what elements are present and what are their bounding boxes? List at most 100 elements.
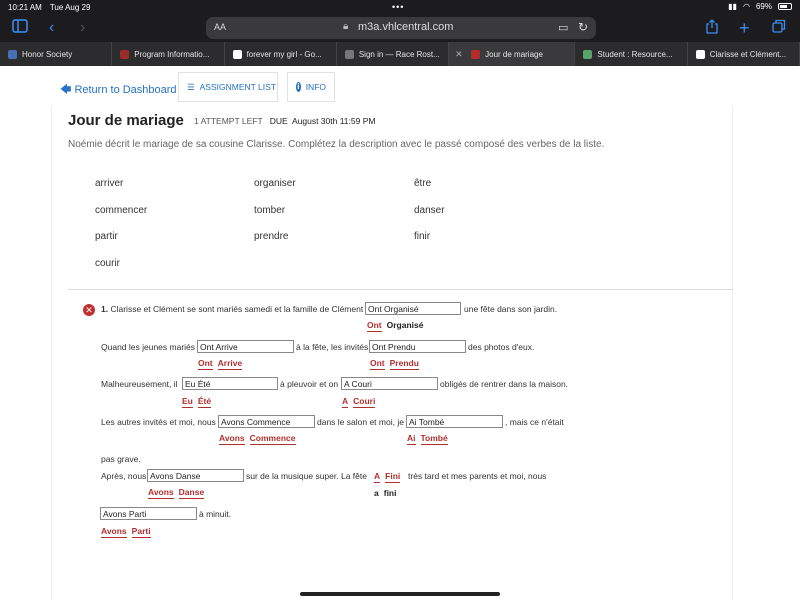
- word-bank-item: finir: [414, 231, 431, 242]
- word-bank-item: commencer: [95, 204, 148, 216]
- tab-favicon-icon: [695, 49, 705, 59]
- tab-label: Clarisse et Clément...: [709, 49, 787, 59]
- section-divider: [68, 289, 733, 290]
- close-tab-icon[interactable]: ✕: [455, 49, 463, 60]
- list-icon: ☰: [187, 81, 195, 92]
- attempts-left: 1 ATTEMPT LEFT: [194, 116, 263, 126]
- question-text: Après, nous: [101, 471, 147, 481]
- tab-label: Student : Resource...: [597, 49, 673, 59]
- answer-9-submitted: A Fini: [374, 471, 401, 483]
- status-date: Tue Aug 29: [49, 2, 91, 12]
- tab-favicon-icon: [120, 49, 130, 59]
- question-text: très tard et mes parents et moi, nous: [408, 471, 547, 481]
- info-icon: i: [296, 82, 301, 92]
- tab-favicon-icon: [471, 49, 481, 59]
- sidebar-icon[interactable]: [12, 19, 28, 38]
- question-text: dans le salon et moi, je: [317, 417, 404, 427]
- answer-input-10[interactable]: [100, 507, 197, 520]
- word-bank-item: danser: [414, 204, 445, 216]
- answer-input-7[interactable]: [406, 415, 503, 428]
- word-bank-item: organiser: [254, 178, 296, 189]
- home-indicator[interactable]: [300, 592, 500, 596]
- content-frame-right: [732, 106, 733, 600]
- tab-label: Honor Society: [22, 49, 73, 59]
- browser-tab[interactable]: Clarisse et Clément...: [688, 42, 800, 66]
- browser-tab[interactable]: Program Informatio...: [112, 42, 225, 66]
- question-text: Les autres invités et moi, nous: [101, 417, 216, 427]
- question-text: à pleuvoir et on: [280, 379, 339, 389]
- browser-tab[interactable]: Student : Resource...: [575, 42, 688, 66]
- lock-icon: 🔒︎: [343, 21, 349, 32]
- signal-icon: ▮▮: [728, 2, 737, 11]
- question-text: à minuit.: [199, 509, 232, 519]
- question-text: obligés de rentrer dans la maison.: [440, 379, 569, 389]
- browser-tab[interactable]: Honor Society: [0, 42, 113, 66]
- browser-tab[interactable]: forever my girl - Go...: [225, 42, 337, 66]
- browser-tab[interactable]: ✕ Jour de mariage: [449, 42, 576, 66]
- answer-input-3[interactable]: [369, 340, 466, 353]
- battery-icon: [778, 3, 792, 10]
- tab-label: forever my girl - Go...: [246, 49, 322, 59]
- back-arrow-icon: 🡄︎: [60, 84, 72, 96]
- tab-favicon-icon: [8, 49, 17, 59]
- question-text: , mais ce n'était: [505, 417, 564, 427]
- tab-strip: Honor Society Program Informatio... foreve…: [0, 42, 800, 66]
- answer-input-2[interactable]: [197, 340, 294, 353]
- multitask-dots-icon[interactable]: •••: [392, 2, 404, 12]
- assignment-list-button[interactable]: ☰ ASSIGNMENT LIST: [178, 72, 278, 102]
- correction-5: A Couri: [342, 396, 376, 408]
- instructions: Noémie décrit le mariage de sa cousine C…: [68, 139, 605, 150]
- tab-label: Program Informatio...: [134, 49, 210, 59]
- word-bank-item: être: [414, 178, 432, 189]
- word-bank-item: prendre: [254, 231, 289, 242]
- due-label: DUE: [269, 116, 288, 126]
- word-bank-item: arriver: [95, 178, 124, 189]
- battery-percent: 69%: [755, 2, 772, 11]
- correction-3: Ont Prendu: [370, 358, 419, 370]
- assignment-meta: 1 ATTEMPT LEFT DUE August 30th 11:59 PM: [194, 116, 375, 126]
- question-text: Malheureusement, il: [101, 379, 178, 389]
- tab-label: Sign in — Race Rost...: [358, 49, 440, 59]
- forward-arrow-icon[interactable]: ›: [80, 19, 85, 37]
- page-title: Jour de mariage: [68, 112, 184, 129]
- question-number: 1.: [101, 304, 109, 314]
- reader-options-button[interactable]: AA: [214, 22, 226, 32]
- reload-icon[interactable]: ↻: [578, 20, 588, 34]
- correction-6: Avons Commence: [219, 433, 296, 445]
- tab-favicon-icon: [583, 49, 593, 59]
- answer-input-6[interactable]: [218, 415, 315, 428]
- browser-tab[interactable]: Sign in — Race Rost...: [337, 42, 450, 66]
- word-bank-item: courir: [95, 257, 121, 269]
- status-bar: 10:21 AM Tue Aug 29 ••• ▮▮ ◠ 69%: [0, 0, 800, 14]
- answer-input-5[interactable]: [341, 377, 438, 390]
- address-bar[interactable]: AA 🔒︎ m3a.vhlcentral.com ▭ ↻: [206, 17, 596, 39]
- info-button[interactable]: i INFO: [287, 72, 335, 102]
- status-time: 10:21 AM: [8, 2, 42, 12]
- correction-10: Avons Parti: [101, 526, 151, 538]
- reader-mode-icon[interactable]: ▭: [558, 21, 568, 34]
- correction-1: Ont Organisé: [367, 320, 424, 332]
- tab-favicon-icon: [344, 49, 354, 59]
- answer-input-4[interactable]: [182, 377, 278, 390]
- new-tab-icon[interactable]: +: [739, 19, 750, 37]
- share-icon[interactable]: [706, 19, 718, 39]
- answer-input-8[interactable]: [147, 469, 244, 482]
- tab-favicon-icon: [232, 49, 242, 59]
- answer-input-1[interactable]: [365, 302, 461, 315]
- content-frame-left: [51, 106, 52, 600]
- wifi-icon: ◠: [743, 2, 750, 11]
- due-date: August 30th 11:59 PM: [291, 116, 376, 126]
- question-text: pas grave.: [101, 454, 141, 464]
- web-page: 🡄︎ Return to Dashboard ☰ ASSIGNMENT LIST…: [0, 66, 800, 600]
- question-text: une fête dans son jardin.: [464, 304, 558, 314]
- incorrect-icon: ✕: [83, 304, 95, 316]
- correction-4: Eu Été: [182, 396, 212, 408]
- tab-label: Jour de mariage: [485, 49, 543, 59]
- return-to-dashboard-link[interactable]: 🡄︎ Return to Dashboard: [60, 81, 177, 100]
- tabs-overview-icon[interactable]: [772, 19, 786, 38]
- url-text[interactable]: m3a.vhlcentral.com: [358, 21, 453, 33]
- correction-8: Avons Danse: [148, 487, 205, 499]
- back-arrow-icon[interactable]: ‹: [49, 19, 54, 37]
- question-text: des photos d'eux.: [468, 342, 535, 352]
- question-line-1: 1. Clarisse et Clément se sont mariés sa…: [101, 304, 364, 314]
